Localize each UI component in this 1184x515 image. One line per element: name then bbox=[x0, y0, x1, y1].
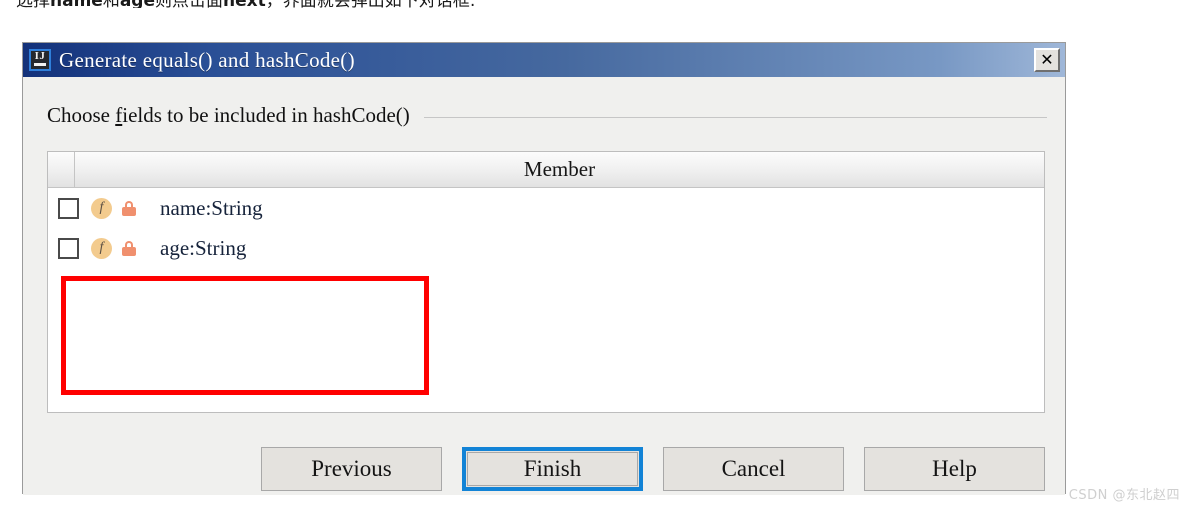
members-table: Member f name:String f age:String bbox=[47, 151, 1045, 413]
cancel-button[interactable]: Cancel bbox=[663, 447, 844, 491]
section-label: Choose fields to be included in hashCode… bbox=[47, 103, 410, 128]
generate-equals-hashcode-dialog: IJ Generate equals() and hashCode() ✕ Ch… bbox=[22, 42, 1066, 495]
section-label-before: Choose bbox=[47, 103, 116, 127]
row-checkbox[interactable] bbox=[58, 197, 79, 219]
members-table-body: f name:String f age:String bbox=[48, 188, 1044, 268]
page-text-suffix: 则点击面 bbox=[155, 0, 223, 8]
help-button[interactable]: Help bbox=[864, 447, 1045, 491]
intellij-idea-icon-letters: IJ bbox=[34, 50, 46, 62]
section-label-after: ields to be included in hashCode() bbox=[122, 103, 410, 127]
row-checkbox[interactable] bbox=[58, 237, 79, 259]
lock-icon bbox=[122, 240, 136, 256]
field-icon: f bbox=[91, 237, 112, 259]
page-text-bold-age: age bbox=[120, 0, 155, 8]
lock-icon bbox=[122, 200, 136, 216]
previous-button[interactable]: Previous bbox=[261, 447, 442, 491]
finish-button[interactable]: Finish bbox=[462, 447, 643, 491]
section-separator bbox=[423, 116, 1047, 118]
dialog-body: Choose f ields to be included in hashCode… bbox=[23, 77, 1065, 495]
section-header: Choose fields to be included in hashCode… bbox=[47, 103, 1047, 128]
page-text-middle: 和 bbox=[103, 0, 120, 8]
column-header-member[interactable]: Member bbox=[75, 152, 1044, 187]
members-table-header: Member bbox=[48, 152, 1044, 188]
table-row[interactable]: f age:String bbox=[48, 228, 1044, 268]
table-row[interactable]: f name:String bbox=[48, 188, 1044, 228]
dialog-titlebar: IJ Generate equals() and hashCode() ✕ bbox=[23, 43, 1065, 77]
field-icon: f bbox=[91, 197, 112, 219]
watermark: CSDN @东北赵四 bbox=[1068, 488, 1180, 503]
finish-button-label: Finish bbox=[467, 452, 638, 486]
close-icon[interactable]: ✕ bbox=[1034, 48, 1060, 72]
column-header-checkbox[interactable] bbox=[48, 152, 75, 187]
dialog-title: Generate equals() and hashCode() bbox=[59, 47, 355, 72]
page-text-bold-next: next bbox=[223, 0, 266, 8]
page-text-prefix: 选择 bbox=[16, 0, 50, 8]
page-body-text: 选择name和age则点击面next，界面就会弹出如下对话框: bbox=[16, 0, 716, 8]
page-text-bold-name: name bbox=[50, 0, 103, 8]
page-text-tail: ，界面就会弹出如下对话框: bbox=[266, 0, 476, 8]
dialog-button-bar: Previous Finish Cancel Help bbox=[23, 447, 1065, 491]
row-member-label: name:String bbox=[160, 195, 263, 220]
intellij-idea-icon: IJ bbox=[29, 49, 51, 71]
row-member-label: age:String bbox=[160, 235, 247, 260]
intellij-idea-icon-bar bbox=[34, 63, 46, 66]
